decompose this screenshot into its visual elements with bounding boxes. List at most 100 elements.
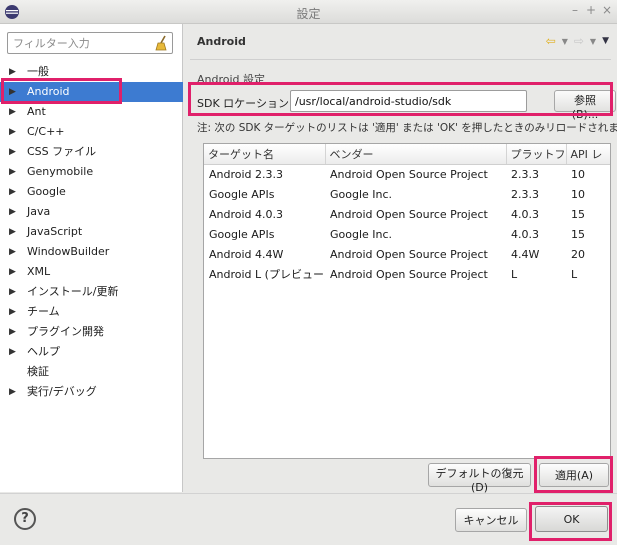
tree-item-label: チーム <box>27 305 60 318</box>
back-icon[interactable]: ⇦ <box>546 34 556 48</box>
tree-item-label: WindowBuilder <box>27 245 110 258</box>
table-cell: Google Inc. <box>330 227 393 241</box>
expand-arrow-icon[interactable]: ▶ <box>9 342 16 362</box>
filter-box[interactable] <box>7 32 173 54</box>
expand-arrow-icon[interactable]: ▶ <box>9 242 16 262</box>
table-cell: Android L (プレビュー) <box>209 268 325 281</box>
back-menu-icon[interactable]: ▼ <box>562 37 568 46</box>
cancel-button[interactable]: キャンセル <box>455 508 527 532</box>
tree-item-label: 検証 <box>27 365 49 378</box>
table-cell: Android 4.4W <box>209 247 284 261</box>
table-cell: 4.0.3 <box>511 227 539 241</box>
table-cell: Android Open Source Project <box>330 267 488 281</box>
expand-arrow-icon[interactable]: ▶ <box>9 142 16 162</box>
table-cell: 20 <box>571 247 585 261</box>
tree-item-label: インストール/更新 <box>27 285 119 298</box>
dialog-footer: ? キャンセル OK <box>0 493 617 545</box>
header-divider <box>190 59 611 60</box>
reload-note: 注: 次の SDK ターゲットのリストは '適用' または 'OK' を押したと… <box>197 122 617 134</box>
table-cell: Android Open Source Project <box>330 207 488 221</box>
title-bar: 設定 – + × <box>0 0 617 24</box>
table-cell: 2.3.3 <box>511 167 539 181</box>
tree-item-label: 一般 <box>27 65 49 78</box>
table-cell: 4.4W <box>511 247 540 261</box>
minimize-icon[interactable]: – <box>569 3 581 17</box>
table-row[interactable]: Android 4.4W Android Open Source Project 4… <box>204 244 610 264</box>
table-cell: Android Open Source Project <box>330 167 488 181</box>
clear-filter-icon[interactable] <box>153 35 169 51</box>
table-row[interactable]: Google APIs Google Inc. 2.3.3 10 <box>204 184 610 204</box>
tree-item-label: プラグイン開発 <box>27 325 104 338</box>
tree-item[interactable]: ▶ 実行/デバッグ <box>0 382 183 402</box>
table-cell: 2.3.3 <box>511 187 539 201</box>
forward-icon[interactable]: ⇨ <box>574 34 584 48</box>
tree-item[interactable]: ▶ インストール/更新 <box>0 282 183 302</box>
tree-item-label: CSS ファイル <box>27 145 97 158</box>
restore-defaults-button[interactable]: デフォルトの復元(D) <box>428 463 531 494</box>
tree-item[interactable]: ▶ Genymobile <box>0 162 183 182</box>
tree-item-label: XML <box>27 265 51 278</box>
expand-arrow-icon[interactable]: ▶ <box>9 282 16 302</box>
filter-input[interactable] <box>11 34 151 52</box>
tree-item[interactable]: ▶ C/C++ <box>0 122 183 142</box>
tree-item-label: C/C++ <box>27 125 65 138</box>
expand-arrow-icon[interactable]: ▶ <box>9 202 16 222</box>
table-cell: 10 <box>571 167 585 181</box>
expand-arrow-icon[interactable]: ▶ <box>9 162 16 182</box>
expand-arrow-icon[interactable]: ▶ <box>9 102 16 122</box>
tree-item-label: Java <box>27 205 51 218</box>
forward-menu-icon[interactable]: ▼ <box>590 37 596 46</box>
column-header[interactable]: API レ <box>566 144 610 165</box>
tree-item-label: ヘルプ <box>27 345 60 358</box>
table-cell: Android 4.0.3 <box>209 207 284 221</box>
tree-item-label: 実行/デバッグ <box>27 385 97 398</box>
highlight-apply <box>534 456 613 493</box>
tree-item[interactable]: ▶ WindowBuilder <box>0 242 183 262</box>
tree-item[interactable]: 検証 <box>0 362 183 382</box>
table-cell: Android Open Source Project <box>330 247 488 261</box>
table-row[interactable]: Android L (プレビュー) Android Open Source Pro… <box>204 264 610 284</box>
tree-item[interactable]: ▶ Ant <box>0 102 183 122</box>
table-cell: Android 2.3.3 <box>209 167 284 181</box>
expand-arrow-icon[interactable]: ▶ <box>9 122 16 142</box>
expand-arrow-icon[interactable]: ▶ <box>9 302 16 322</box>
tree-item[interactable]: ▶ Java <box>0 202 183 222</box>
tree-item[interactable]: ▶ JavaScript <box>0 222 183 242</box>
sdk-targets-table[interactable]: ターゲット名ベンダープラットフォAPI レ Android 2.3.3Andro… <box>203 143 611 459</box>
tree-item[interactable]: ▶ チーム <box>0 302 183 322</box>
tree-item-label: Ant <box>27 105 46 118</box>
tree-item[interactable]: ▶ プラグイン開発 <box>0 322 183 342</box>
table-row[interactable]: Google APIs Google Inc. 4.0.3 15 <box>204 224 610 244</box>
view-menu-icon[interactable]: ▼ <box>602 36 609 46</box>
tree-item-label: Genymobile <box>27 165 94 178</box>
tree-item[interactable]: ▶ ヘルプ <box>0 342 183 362</box>
preferences-tree: ▶ 一般 ▶ Android ▶ Ant ▶ C/C++ ▶ CSS ファイル ▶ Genymobil… <box>0 62 183 402</box>
tree-item[interactable]: ▶ CSS ファイル <box>0 142 183 162</box>
table-cell: 15 <box>571 207 585 221</box>
highlight-ok <box>529 502 612 541</box>
tree-item[interactable]: ▶ XML <box>0 262 183 282</box>
table-cell: L <box>571 267 578 281</box>
column-header[interactable]: プラットフォ <box>506 144 567 165</box>
table-row[interactable]: Android 2.3.3 Android Open Source Project… <box>204 164 610 184</box>
maximize-icon[interactable]: + <box>585 3 597 17</box>
expand-arrow-icon[interactable]: ▶ <box>9 262 16 282</box>
expand-arrow-icon[interactable]: ▶ <box>9 382 16 402</box>
expand-arrow-icon[interactable]: ▶ <box>9 222 16 242</box>
tree-item[interactable]: ▶ Google <box>0 182 183 202</box>
highlight-android <box>1 78 122 104</box>
expand-arrow-icon[interactable]: ▶ <box>9 322 16 342</box>
column-header[interactable]: ベンダー <box>325 144 507 165</box>
table-cell: Google Inc. <box>330 187 393 201</box>
window-title: 設定 <box>296 7 321 21</box>
table-cell: Google APIs <box>209 187 275 201</box>
highlight-sdk-location <box>188 82 613 116</box>
table-cell: 4.0.3 <box>511 207 539 221</box>
tree-item-label: Google <box>27 185 66 198</box>
help-icon[interactable]: ? <box>14 508 36 530</box>
table-cell: 15 <box>571 227 585 241</box>
column-header[interactable]: ターゲット名 <box>204 144 326 165</box>
table-row[interactable]: Android 4.0.3 Android Open Source Project… <box>204 204 610 224</box>
close-icon[interactable]: × <box>601 3 613 17</box>
expand-arrow-icon[interactable]: ▶ <box>9 182 16 202</box>
